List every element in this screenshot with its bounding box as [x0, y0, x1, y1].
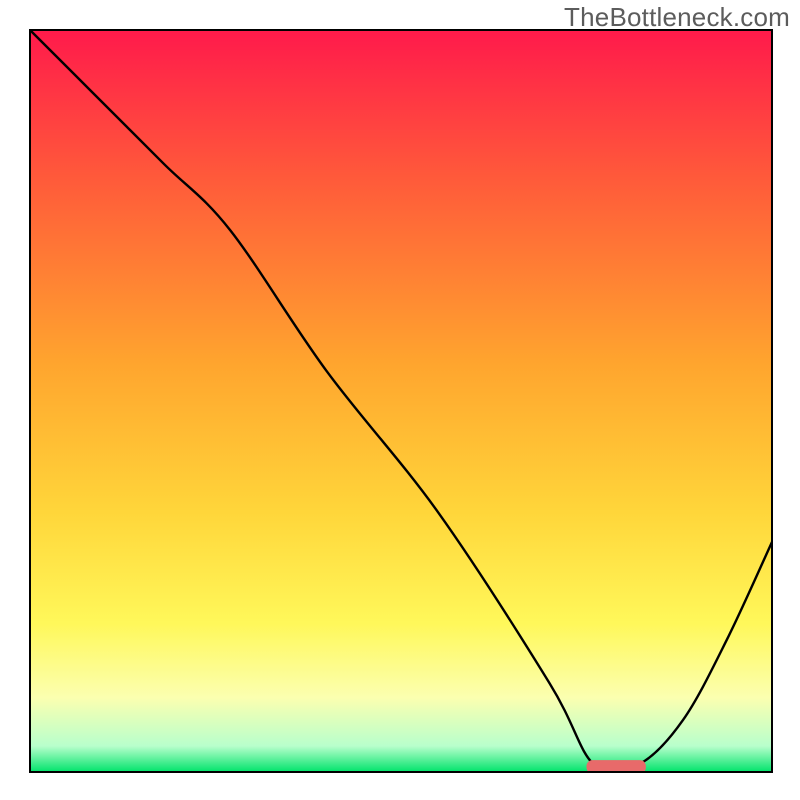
bottleneck-chart [0, 0, 800, 800]
chart-frame: TheBottleneck.com [0, 0, 800, 800]
